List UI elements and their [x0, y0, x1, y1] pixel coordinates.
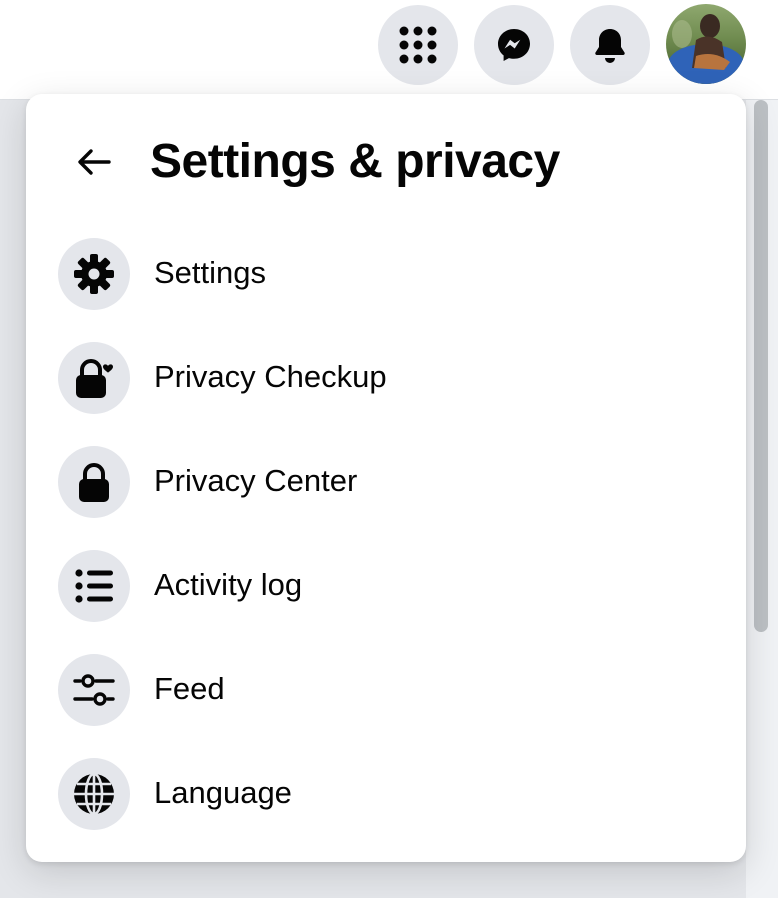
settings-privacy-panel: Settings & privacy Settings Privacy Chec…: [26, 94, 746, 862]
page-scrollbar-thumb[interactable]: [754, 100, 768, 632]
menu-icon-container: [58, 654, 130, 726]
lock-icon: [79, 463, 109, 502]
globe-icon: [74, 772, 114, 816]
messenger-icon: [498, 29, 530, 61]
menu-item-settings[interactable]: Settings: [42, 228, 730, 320]
panel-title: Settings & privacy: [150, 135, 560, 188]
arrow-left-icon: [78, 149, 111, 175]
menu-grid-icon: [399, 26, 437, 64]
menu-item-label: Privacy Checkup: [154, 359, 387, 394]
menu-item-label: Privacy Center: [154, 463, 358, 498]
lock-heart-icon: [76, 359, 113, 398]
menu-item-language[interactable]: Language: [42, 748, 730, 840]
menu-icon-container: [58, 758, 130, 830]
menu-item-label: Feed: [154, 671, 225, 706]
top-navigation-bar: [0, 0, 778, 100]
back-button[interactable]: [70, 138, 118, 186]
messenger-button[interactable]: [474, 5, 554, 85]
menu-item-feed[interactable]: Feed: [42, 644, 730, 736]
menu-item-label: Language: [154, 775, 292, 810]
menu-item-privacy-checkup[interactable]: Privacy Checkup: [42, 332, 730, 424]
menu-button[interactable]: [378, 5, 458, 85]
menu-item-activity-log[interactable]: Activity log: [42, 540, 730, 632]
gear-icon: [74, 254, 114, 294]
menu-item-label: Settings: [154, 255, 267, 290]
menu-icon-container: [58, 550, 130, 622]
list-icon: [75, 569, 113, 603]
menu-item-privacy-center[interactable]: Privacy Center: [42, 436, 730, 528]
menu-icon-container: [58, 446, 130, 518]
menu-icon-container: [58, 342, 130, 414]
menu-icon-container: [58, 238, 130, 310]
notifications-button[interactable]: [570, 5, 650, 85]
profile-avatar[interactable]: [666, 4, 746, 84]
menu-item-label: Activity log: [154, 567, 303, 602]
sliders-icon: [73, 674, 115, 706]
bell-icon: [595, 29, 625, 63]
